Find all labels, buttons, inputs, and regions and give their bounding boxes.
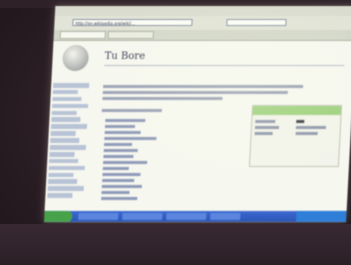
section-heading [101, 109, 162, 112]
list-item[interactable] [102, 167, 129, 170]
sidebar-link[interactable] [51, 103, 88, 109]
sidebar-link[interactable] [48, 165, 85, 171]
tab-second[interactable] [107, 31, 155, 39]
list-item[interactable] [102, 173, 141, 176]
sidebar-link[interactable] [47, 193, 73, 198]
sidebar-link[interactable] [51, 117, 81, 123]
sidebar-link[interactable] [50, 138, 80, 143]
infobox-row [254, 126, 280, 129]
list-item[interactable] [104, 125, 136, 128]
sidebar-link[interactable] [52, 96, 82, 102]
system-tray [296, 211, 347, 222]
taskbar-item[interactable] [122, 213, 163, 220]
list-item[interactable] [103, 149, 138, 152]
taskbar-item[interactable] [210, 213, 241, 220]
list-item[interactable] [103, 143, 133, 146]
tab-wikipedia[interactable] [59, 31, 107, 39]
browser-tab-strip [53, 30, 351, 41]
article-content: Tu Bore [97, 43, 351, 208]
article-title: Tu Bore [104, 51, 146, 62]
list-item[interactable] [104, 137, 157, 140]
sidebar-link[interactable] [50, 124, 87, 129]
wikipedia-globe-logo-icon[interactable] [61, 45, 90, 71]
sidebar-link[interactable] [48, 172, 74, 178]
infobox [248, 105, 343, 167]
browser-search-input[interactable] [226, 19, 287, 26]
address-input[interactable]: http://en.wikipedia.org/wiki/... [72, 19, 193, 26]
infobox-value [295, 132, 318, 135]
photo-of-monitor: http://en.wikipedia.org/wiki/... Tu Bore [0, 0, 351, 265]
taskbar-item[interactable] [78, 213, 119, 220]
infobox-row [255, 120, 276, 123]
sidebar-link[interactable] [50, 131, 76, 136]
list-item[interactable] [104, 131, 141, 134]
sidebar-link[interactable] [47, 179, 78, 185]
browser-menu-bar [54, 6, 351, 16]
list-item[interactable] [101, 197, 138, 200]
windows-taskbar [44, 211, 347, 222]
sidebar-link[interactable] [52, 89, 79, 95]
flag-icon [296, 120, 305, 123]
monitor-screen: http://en.wikipedia.org/wiki/... Tu Bore [44, 6, 351, 222]
infobox-row [254, 132, 273, 135]
sidebar-link[interactable] [49, 151, 75, 157]
list-item[interactable] [101, 191, 130, 194]
list-item[interactable] [101, 185, 142, 188]
paragraph-line [102, 91, 288, 94]
list-item[interactable] [105, 119, 146, 122]
sidebar-link[interactable] [53, 83, 89, 88]
browser-toolbar: http://en.wikipedia.org/wiki/... [54, 16, 351, 31]
sidebar-link[interactable] [47, 186, 84, 191]
sidebar-link[interactable] [51, 110, 78, 116]
title-divider [104, 65, 345, 66]
paragraph-line [102, 97, 223, 100]
paragraph-line [103, 85, 304, 88]
infobox-header [252, 106, 342, 115]
start-button[interactable] [44, 211, 73, 222]
sidebar-link[interactable] [49, 145, 86, 150]
list-item[interactable] [103, 161, 148, 164]
taskbar-item[interactable] [166, 213, 207, 220]
list-item[interactable] [102, 179, 135, 182]
wikipedia-page: Tu Bore [44, 41, 351, 211]
desk-surface [0, 224, 351, 265]
infobox-value [295, 126, 327, 129]
sidebar-link[interactable] [49, 158, 79, 164]
list-item[interactable] [103, 155, 134, 158]
sidebar-navigation [47, 83, 95, 200]
